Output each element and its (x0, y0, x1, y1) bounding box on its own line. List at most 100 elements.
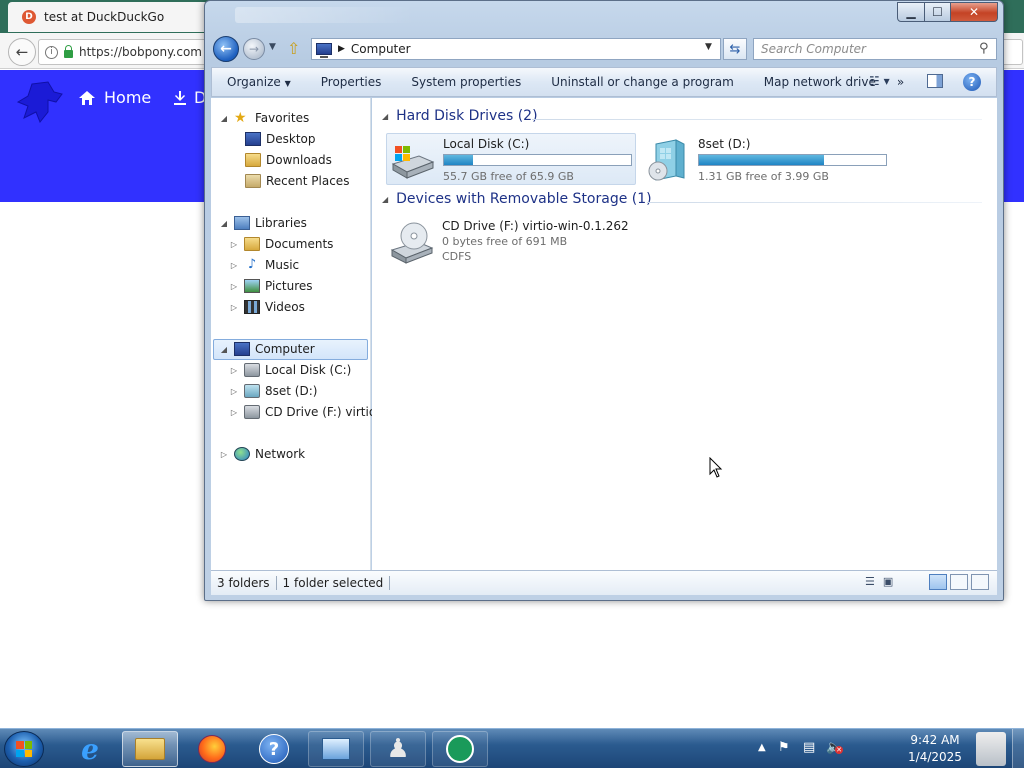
nav-desktop[interactable]: Desktop (245, 129, 316, 149)
help-button[interactable]: ? (963, 73, 981, 91)
drive-local-disk-c[interactable]: Local Disk (C:) 55.7 GB free of 65.9 GB (386, 133, 636, 185)
uninstall-program-button[interactable]: Uninstall or change a program (536, 75, 749, 89)
status-item-count: 3 folders (211, 576, 277, 590)
large-icons-view-icon[interactable]: ▣ (883, 575, 893, 588)
details-view-icon[interactable]: ☰ (865, 575, 875, 588)
group-hard-disk-drives[interactable]: ◢ Hard Disk Drives (2) (382, 108, 538, 124)
taskbar-chess[interactable]: ♟ (370, 731, 426, 767)
duckduckgo-icon: D (22, 10, 36, 24)
nav-computer[interactable]: ◢ Computer (219, 339, 315, 359)
nav-8set-d[interactable]: ▷ 8set (D:) (229, 381, 317, 401)
window-title-bar[interactable] (235, 7, 415, 23)
more-commands-button[interactable]: » (891, 75, 910, 89)
nav-libraries-label: Libraries (255, 216, 307, 230)
organize-label: Organize (227, 75, 281, 89)
close-button[interactable]: ✕ (950, 2, 998, 22)
drive-f-name: CD Drive (F:) virtio-win-0.1.262 (442, 219, 629, 233)
downloads-folder-icon (245, 153, 261, 167)
action-center-flag-icon[interactable]: ⚑ (778, 740, 790, 755)
network-tray-icon[interactable]: ▤ (803, 740, 815, 755)
expand-arrow-icon[interactable]: ▷ (219, 450, 229, 459)
recent-pages-chevron-icon[interactable]: ▼ (269, 42, 276, 52)
libraries-icon (234, 216, 250, 230)
group-divider (647, 202, 982, 203)
explorer-forward-button[interactable]: → (243, 38, 265, 60)
nav-favorites[interactable]: ◢ ★ Favorites (219, 108, 309, 128)
show-desktop-button[interactable] (1012, 729, 1024, 768)
explorer-back-button[interactable]: ← (213, 36, 239, 62)
nav-videos[interactable]: ▷ Videos (229, 297, 305, 317)
collapse-arrow-icon[interactable]: ◢ (219, 114, 229, 123)
properties-button[interactable]: Properties (306, 75, 397, 89)
change-view-button[interactable]: ☷ ▾ (869, 74, 890, 88)
navigation-pane: ◢ ★ Favorites Desktop Downloads Recent P… (211, 98, 391, 570)
browser-back-button[interactable]: ← (8, 38, 36, 66)
collapse-arrow-icon[interactable]: ◢ (219, 345, 229, 354)
computer-icon (316, 43, 332, 58)
group-hard-disk-label: Hard Disk Drives (2) (396, 108, 538, 124)
nav-network[interactable]: ▷ Network (219, 444, 305, 464)
nav-libraries[interactable]: ◢ Libraries (219, 213, 307, 233)
expand-arrow-icon[interactable]: ▷ (229, 366, 239, 375)
nav-local-disk-c[interactable]: ▷ Local Disk (C:) (229, 360, 351, 380)
taskbar-firefox[interactable] (184, 731, 240, 767)
lock-icon (64, 44, 73, 58)
collapse-arrow-icon[interactable]: ◢ (219, 219, 229, 228)
pony-logo-icon[interactable] (14, 78, 64, 126)
info-icon[interactable]: i (45, 45, 58, 59)
breadcrumb-separator-icon[interactable]: ▶ (338, 44, 345, 54)
site-nav-home[interactable]: Home (78, 88, 151, 107)
nav-documents[interactable]: ▷ Documents (229, 234, 333, 254)
browser-tab[interactable]: D test at DuckDuckGo (8, 2, 208, 32)
refresh-button[interactable]: ⇆ (723, 38, 747, 60)
taskbar-app-green[interactable] (432, 731, 488, 767)
clock[interactable]: 9:42 AM 1/4/2025 (895, 732, 975, 766)
expand-arrow-icon[interactable]: ▷ (229, 387, 239, 396)
user-avatar[interactable] (976, 732, 1006, 766)
expand-arrow-icon[interactable]: ▷ (229, 408, 239, 417)
nav-downloads[interactable]: Downloads (245, 150, 332, 170)
taskbar-control-panel[interactable] (308, 731, 364, 767)
taskbar-windows-explorer[interactable] (122, 731, 178, 767)
search-placeholder: Search Computer (761, 42, 866, 56)
url-text: https://bobpony.com (79, 45, 202, 59)
group-removable-storage[interactable]: ◢ Devices with Removable Storage (1) (382, 191, 652, 207)
drive-cd-f[interactable]: CD Drive (F:) virtio-win-0.1.262 0 bytes… (386, 216, 646, 270)
videos-icon (244, 300, 260, 314)
expand-arrow-icon[interactable]: ▷ (229, 261, 239, 270)
dvd-drive-icon (244, 384, 260, 398)
layout-preview-pane-button[interactable] (971, 574, 989, 590)
collapse-arrow-icon[interactable]: ◢ (382, 112, 388, 121)
dvd-drive-icon (648, 139, 685, 181)
layout-single-pane-button[interactable] (929, 574, 947, 590)
search-input[interactable]: Search Computer (753, 38, 997, 60)
address-dropdown-icon[interactable]: ▼ (705, 42, 712, 52)
desktop-icon (245, 132, 261, 146)
layout-details-pane-button[interactable] (950, 574, 968, 590)
expand-arrow-icon[interactable]: ▷ (229, 240, 239, 249)
help-icon: ? (259, 734, 289, 764)
show-hidden-icons-icon[interactable]: ▲ (758, 742, 766, 753)
nav-pictures[interactable]: ▷ Pictures (229, 276, 313, 296)
expand-arrow-icon[interactable]: ▷ (229, 282, 239, 291)
expand-arrow-icon[interactable]: ▷ (229, 303, 239, 312)
drive-8set-d[interactable]: 8set (D:) 1.31 GB free of 3.99 GB (642, 134, 892, 186)
organize-button[interactable]: Organize ▼ (212, 75, 306, 89)
start-button[interactable] (4, 731, 44, 767)
maximize-button[interactable]: ☐ (924, 2, 951, 22)
address-bar[interactable]: ▶ Computer (311, 38, 721, 60)
nav-music[interactable]: ▷ ♪ Music (229, 255, 299, 275)
up-folder-icon[interactable]: ⇧ (287, 39, 300, 58)
system-properties-button[interactable]: System properties (396, 75, 536, 89)
folder-icon (135, 735, 165, 763)
taskbar-help[interactable]: ? (246, 731, 302, 767)
preview-pane-button[interactable] (927, 74, 943, 88)
search-icon[interactable]: ⚲ (979, 41, 989, 56)
collapse-arrow-icon[interactable]: ◢ (382, 195, 388, 204)
taskbar-internet-explorer[interactable]: e (62, 731, 118, 767)
site-nav-download[interactable]: D (172, 88, 206, 107)
nav-cd-drive-f[interactable]: ▷ CD Drive (F:) virtio-w (229, 402, 391, 422)
site-nav-home-label: Home (104, 88, 152, 107)
minimize-button[interactable]: ▁ (897, 2, 925, 22)
nav-recent-places[interactable]: Recent Places (245, 171, 349, 191)
